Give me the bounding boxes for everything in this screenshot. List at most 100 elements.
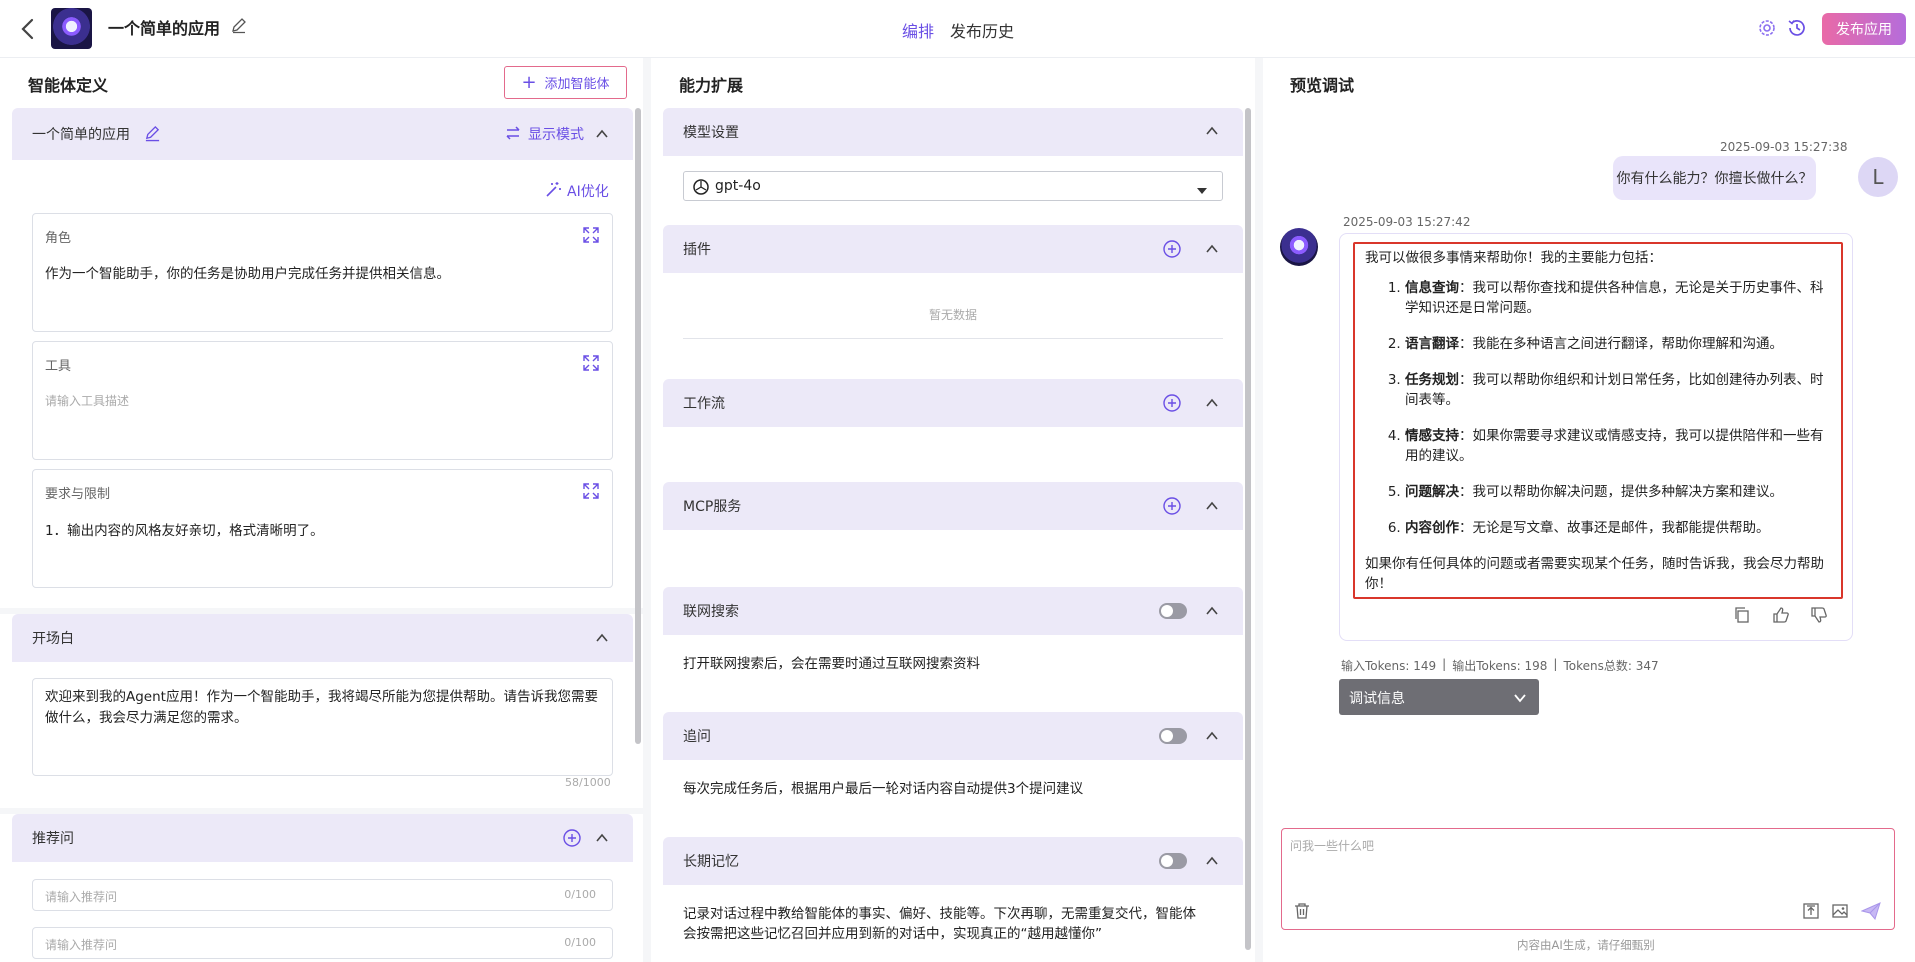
memory-desc-line1: 记录对话过程中教给智能体的事实、偏好、技能等。下次再聊，无需重复交代，智能体	[683, 906, 1196, 922]
chevron-down-icon	[1513, 691, 1527, 709]
upload-file-icon[interactable]	[1802, 902, 1820, 924]
memory-desc-line2: 会按需把这些记忆召回并应用到新的对话中，实现真正的“越用越懂你”	[683, 926, 1102, 942]
suggested-input[interactable]: 请输入推荐问 0/100	[32, 879, 613, 911]
tools-placeholder: 请输入工具描述	[45, 394, 130, 408]
send-icon[interactable]	[1860, 902, 1881, 924]
web-search-label: 联网搜索	[683, 604, 739, 620]
middle-scrollbar[interactable]	[1245, 108, 1251, 950]
mcp-label: MCP服务	[683, 499, 742, 515]
add-circle-icon[interactable]	[1162, 496, 1182, 516]
bot-msg-time: 2025-09-03 15:27:42	[1343, 215, 1471, 229]
agent-definition-title: 智能体定义	[28, 76, 109, 95]
openai-icon	[692, 178, 710, 200]
input-tokens: 输入Tokens: 149	[1341, 659, 1437, 673]
chat-input[interactable]: 问我一些什么吧	[1281, 828, 1895, 930]
bot-msg-intro: 我可以做很多事情来帮助你！我的主要能力包括：	[1365, 250, 1662, 266]
expand-icon[interactable]	[582, 354, 600, 372]
model-header: 模型设置	[663, 108, 1243, 156]
list-item: 信息查询：我可以帮你查找和提供各种信息，无论是关于历史事件、科学知识还是日常问题…	[1405, 278, 1831, 318]
memory-label: 长期记忆	[683, 854, 739, 870]
add-agent-label: 添加智能体	[544, 77, 610, 92]
upload-image-icon[interactable]	[1831, 902, 1849, 924]
mcp-header: MCP服务	[663, 482, 1243, 530]
thumbs-up-icon[interactable]	[1772, 606, 1790, 628]
plugins-header: 插件	[663, 225, 1243, 273]
chevron-up-icon[interactable]	[595, 831, 609, 845]
suggested-char-count: 0/100	[564, 936, 596, 949]
user-msg-bubble: 你有什么能力？你擅长做什么？	[1613, 156, 1816, 200]
model-selected: gpt-4o	[715, 178, 761, 194]
divider	[683, 338, 1223, 339]
chevron-up-icon[interactable]	[1205, 242, 1219, 256]
chevron-up-icon[interactable]	[1205, 124, 1219, 138]
chevron-up-icon[interactable]	[595, 631, 609, 645]
edit-icon[interactable]	[230, 16, 248, 34]
role-field[interactable]: 角色 作为一个智能助手，你的任务是协助用户完成任务并提供相关信息。	[32, 213, 613, 332]
tab-arrange[interactable]: 编排	[902, 18, 934, 42]
magic-wand-icon	[545, 180, 563, 202]
left-scrollbar[interactable]	[635, 108, 641, 744]
suggested-input[interactable]: 请输入推荐问 0/100	[32, 927, 613, 959]
bot-avatar	[1280, 228, 1318, 266]
add-circle-icon[interactable]	[1162, 239, 1182, 259]
opening-label: 开场白	[32, 631, 74, 647]
expand-icon[interactable]	[582, 226, 600, 244]
workflow-header: 工作流	[663, 379, 1243, 427]
history-clock-icon[interactable]	[1786, 17, 1808, 39]
followup-label: 追问	[683, 729, 711, 745]
app-logo	[51, 8, 92, 49]
requirements-field[interactable]: 要求与限制 1．输出内容的风格友好亲切，格式清晰明了。	[32, 469, 613, 588]
model-label: 模型设置	[683, 125, 739, 141]
total-tokens: Tokens总数: 347	[1563, 659, 1659, 673]
expand-icon[interactable]	[582, 482, 600, 500]
chevron-up-icon[interactable]	[595, 127, 609, 141]
token-stats: 输入Tokens: 149 | 输出Tokens: 198 | Tokens总数: …	[1341, 657, 1659, 673]
display-mode-label[interactable]: 显示模式	[528, 124, 584, 144]
list-item: 任务规划：我可以帮助你组织和计划日常任务，比如创建待办列表、时间表等。	[1405, 370, 1831, 410]
requirements-label: 要求与限制	[45, 487, 111, 502]
swap-arrows-icon[interactable]	[505, 125, 521, 145]
chevron-up-icon[interactable]	[1205, 499, 1219, 513]
web-search-toggle[interactable]	[1159, 603, 1187, 619]
publish-app-button[interactable]: 发布应用	[1822, 13, 1906, 45]
requirements-value: 1．输出内容的风格友好亲切，格式清晰明了。	[45, 523, 324, 539]
chevron-up-icon[interactable]	[1205, 729, 1219, 743]
web-search-header: 联网搜索	[663, 587, 1243, 635]
tab-publish-history[interactable]: 发布历史	[950, 18, 1014, 42]
chevron-up-icon[interactable]	[1205, 604, 1219, 618]
followup-header: 追问	[663, 712, 1243, 760]
memory-toggle[interactable]	[1159, 853, 1187, 869]
opening-textarea[interactable]: 欢迎来到我的Agent应用！作为一个智能助手，我将竭尽所能为您提供帮助。请告诉我…	[32, 678, 613, 776]
top-bar: 一个简单的应用 编排 发布历史 发布应用	[0, 0, 1915, 58]
add-agent-button[interactable]: + 添加智能体	[504, 66, 627, 99]
model-select[interactable]: gpt-4o	[683, 171, 1223, 201]
followup-toggle[interactable]	[1159, 728, 1187, 744]
edit-icon[interactable]	[144, 125, 161, 146]
plugins-label: 插件	[683, 242, 711, 258]
suggested-label: 推荐问	[32, 831, 74, 847]
chevron-up-icon[interactable]	[1205, 854, 1219, 868]
add-circle-icon[interactable]	[1162, 393, 1182, 413]
ai-disclaimer: 内容由AI生成，请仔细甄别	[1517, 938, 1655, 952]
add-circle-icon[interactable]	[562, 828, 582, 848]
ai-optimize-button[interactable]: AI优化	[545, 180, 609, 202]
workflow-label: 工作流	[683, 396, 725, 412]
plus-icon: +	[521, 71, 537, 93]
caret-down-icon	[1196, 183, 1208, 199]
back-arrow-icon[interactable]	[16, 16, 38, 42]
role-label: 角色	[45, 231, 72, 246]
tools-field[interactable]: 工具 请输入工具描述	[32, 341, 613, 460]
chat-input-placeholder: 问我一些什么吧	[1290, 839, 1375, 853]
trash-icon[interactable]	[1294, 902, 1310, 924]
suggested-char-count: 0/100	[564, 888, 596, 901]
memory-header: 长期记忆	[663, 837, 1243, 885]
output-tokens: 输出Tokens: 198	[1452, 659, 1548, 673]
app-title: 一个简单的应用	[108, 19, 221, 38]
copy-icon[interactable]	[1733, 606, 1751, 628]
suggested-placeholder: 请输入推荐问	[45, 890, 118, 904]
debug-info-dropdown[interactable]: 调试信息	[1339, 679, 1539, 715]
chevron-up-icon[interactable]	[1205, 396, 1219, 410]
settings-gear-icon[interactable]	[1756, 17, 1778, 39]
list-item: 内容创作：无论是写文章、故事还是邮件，我都能提供帮助。	[1405, 518, 1831, 538]
thumbs-down-icon[interactable]	[1810, 606, 1828, 628]
